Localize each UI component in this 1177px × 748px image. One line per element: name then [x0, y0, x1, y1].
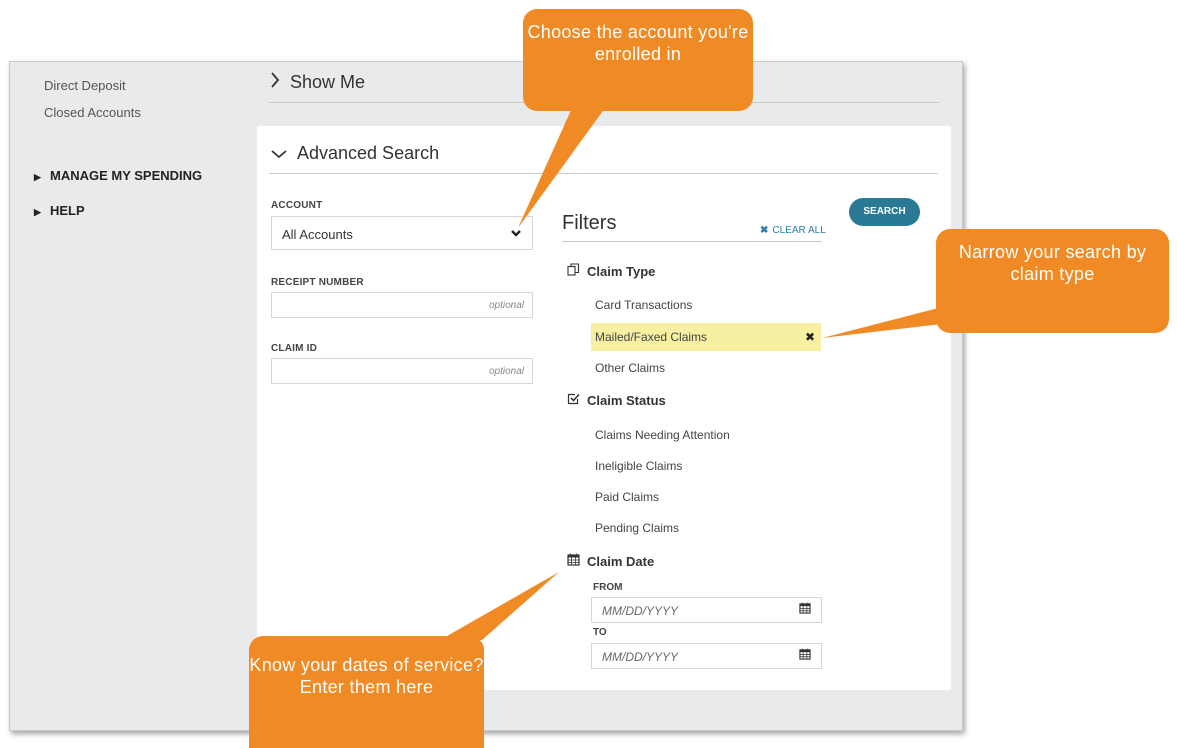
callout-pointer-dates	[440, 572, 559, 640]
callout-claim-type: Narrow your search by claim type	[936, 229, 1169, 333]
callout-pointer-claim-type	[822, 305, 950, 338]
callout-dates: Know your dates of service? Enter them h…	[249, 636, 484, 748]
callout-pointer-account	[518, 108, 605, 228]
callout-account: Choose the account you're enrolled in	[523, 9, 753, 111]
